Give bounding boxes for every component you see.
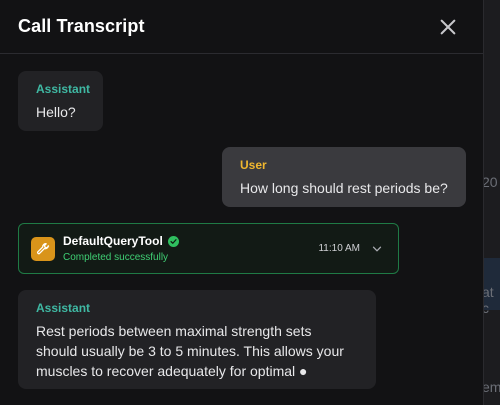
message-text: How long should rest periods be? (240, 180, 448, 196)
tool-info: DefaultQueryTool Completed successfully (63, 234, 318, 263)
close-icon[interactable] (439, 18, 457, 36)
tool-status: Completed successfully (63, 252, 169, 263)
chevron-down-icon[interactable] (368, 240, 386, 258)
wrench-icon (31, 236, 55, 261)
message-role: Assistant (36, 82, 91, 96)
assistant-message: Assistant Hello? (18, 71, 103, 131)
user-message: User How long should rest periods be? (222, 147, 466, 207)
message-text: Rest periods between maximal strength se… (36, 323, 344, 379)
check-circle-icon (167, 235, 179, 247)
background-text: at c (482, 284, 494, 316)
assistant-message: Assistant Rest periods between maximal s… (18, 290, 376, 389)
background-text: 20 (482, 174, 498, 190)
message-role: User (240, 158, 267, 172)
panel-header: Call Transcript (0, 0, 483, 54)
panel-title: Call Transcript (18, 16, 145, 36)
tool-call-card[interactable]: DefaultQueryTool Completed successfully … (18, 223, 399, 274)
call-transcript-panel: Call Transcript Assistant Hello? User Ho… (0, 0, 484, 405)
message-text: Hello? (36, 104, 76, 120)
background-text: em (482, 379, 500, 395)
tool-time: 11:10 AM (318, 243, 360, 254)
message-role: Assistant (36, 301, 91, 315)
tool-name: DefaultQueryTool (63, 234, 163, 248)
